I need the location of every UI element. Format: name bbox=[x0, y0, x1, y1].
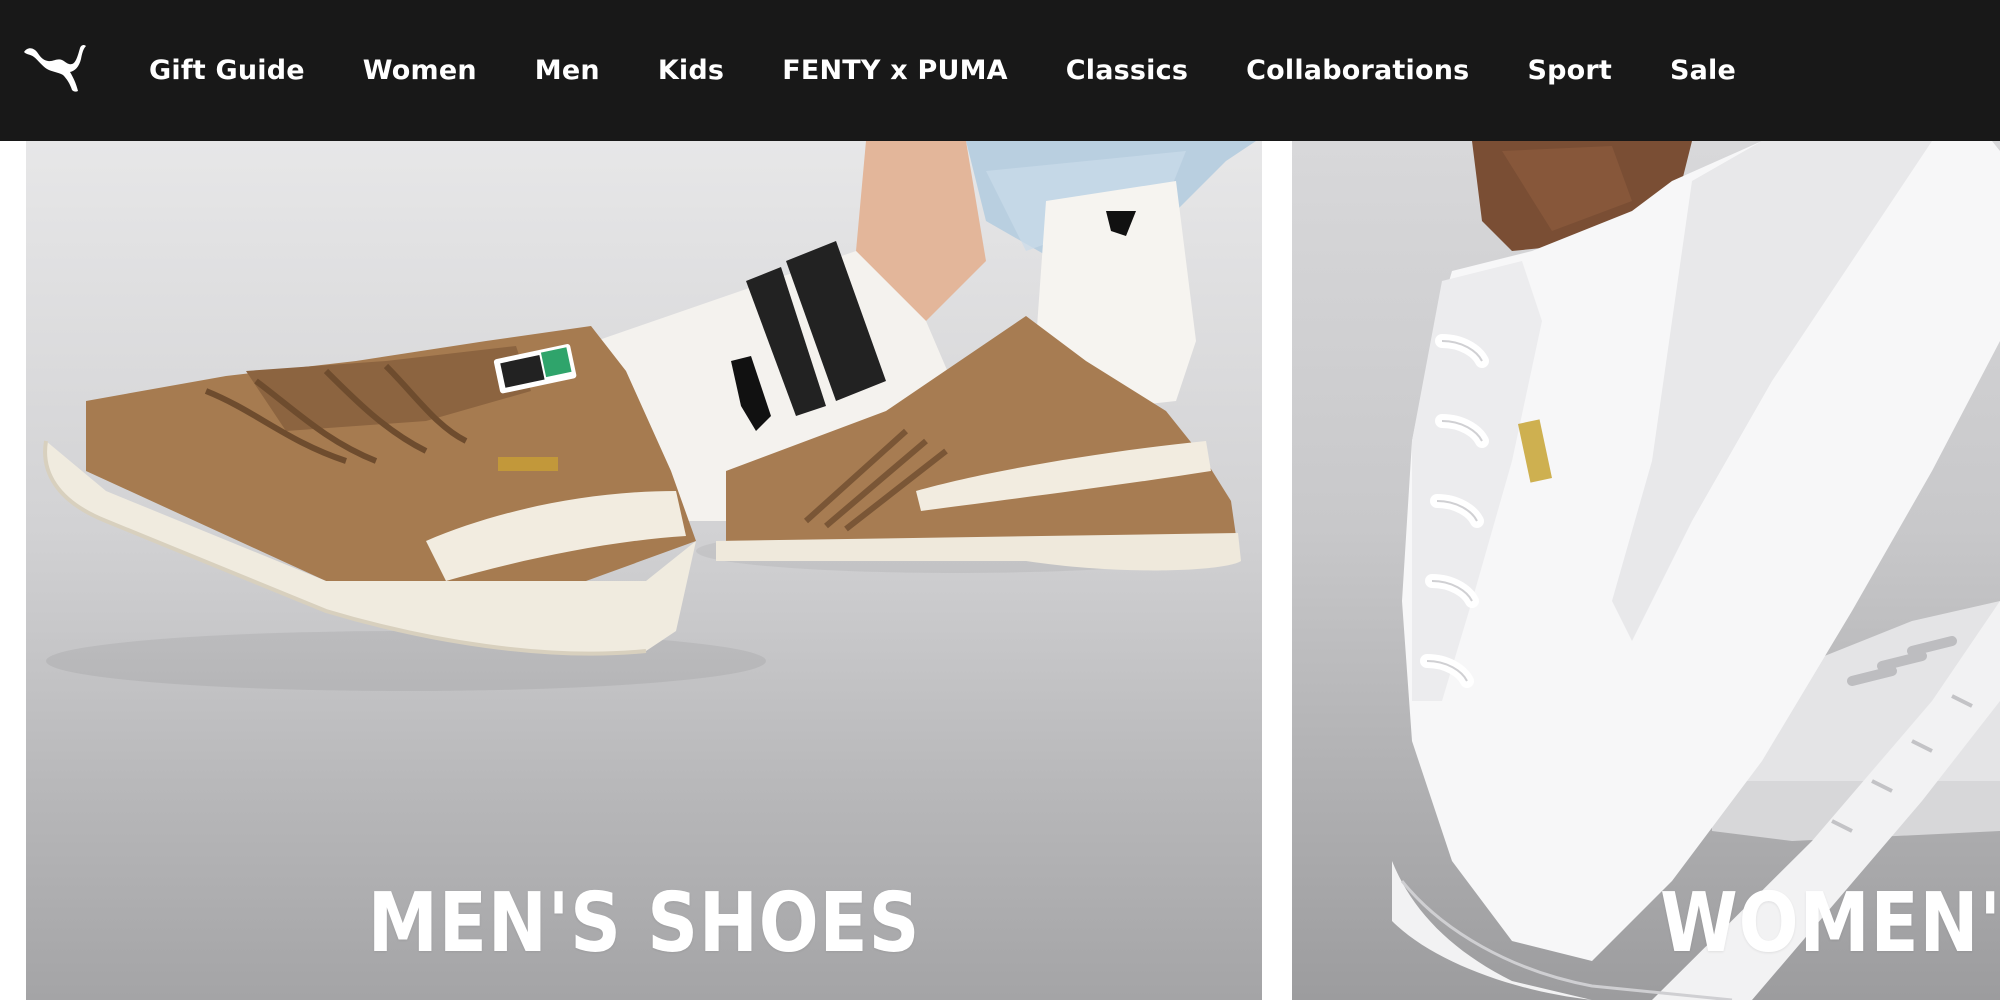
womens-shoes-title[interactable]: WOMEN'S SHOES bbox=[1660, 869, 2000, 979]
main-navigation: Gift Guide Women Men Kids FENTY x PUMA C… bbox=[149, 0, 1794, 141]
puma-logo-icon[interactable] bbox=[20, 42, 90, 94]
top-nav-bar: Gift Guide Women Men Kids FENTY x PUMA C… bbox=[0, 0, 2000, 141]
nav-link-sale[interactable]: Sale bbox=[1670, 55, 1736, 86]
nav-link-gift-guide[interactable]: Gift Guide bbox=[149, 55, 305, 86]
nav-link-classics[interactable]: Classics bbox=[1066, 55, 1188, 86]
nav-link-sport[interactable]: Sport bbox=[1527, 55, 1612, 86]
nav-link-collaborations[interactable]: Collaborations bbox=[1246, 55, 1469, 86]
nav-link-women[interactable]: Women bbox=[363, 55, 477, 86]
mens-shoes-tile[interactable]: MEN'S SHOES bbox=[26, 141, 1262, 1000]
mens-shoes-title[interactable]: MEN'S SHOES bbox=[113, 869, 1176, 979]
nav-link-men[interactable]: Men bbox=[535, 55, 600, 86]
womens-shoes-tile[interactable]: WOMEN'S SHOES bbox=[1292, 141, 2000, 1000]
nav-link-kids[interactable]: Kids bbox=[658, 55, 724, 86]
nav-link-fenty-x-puma[interactable]: FENTY x PUMA bbox=[782, 55, 1008, 86]
